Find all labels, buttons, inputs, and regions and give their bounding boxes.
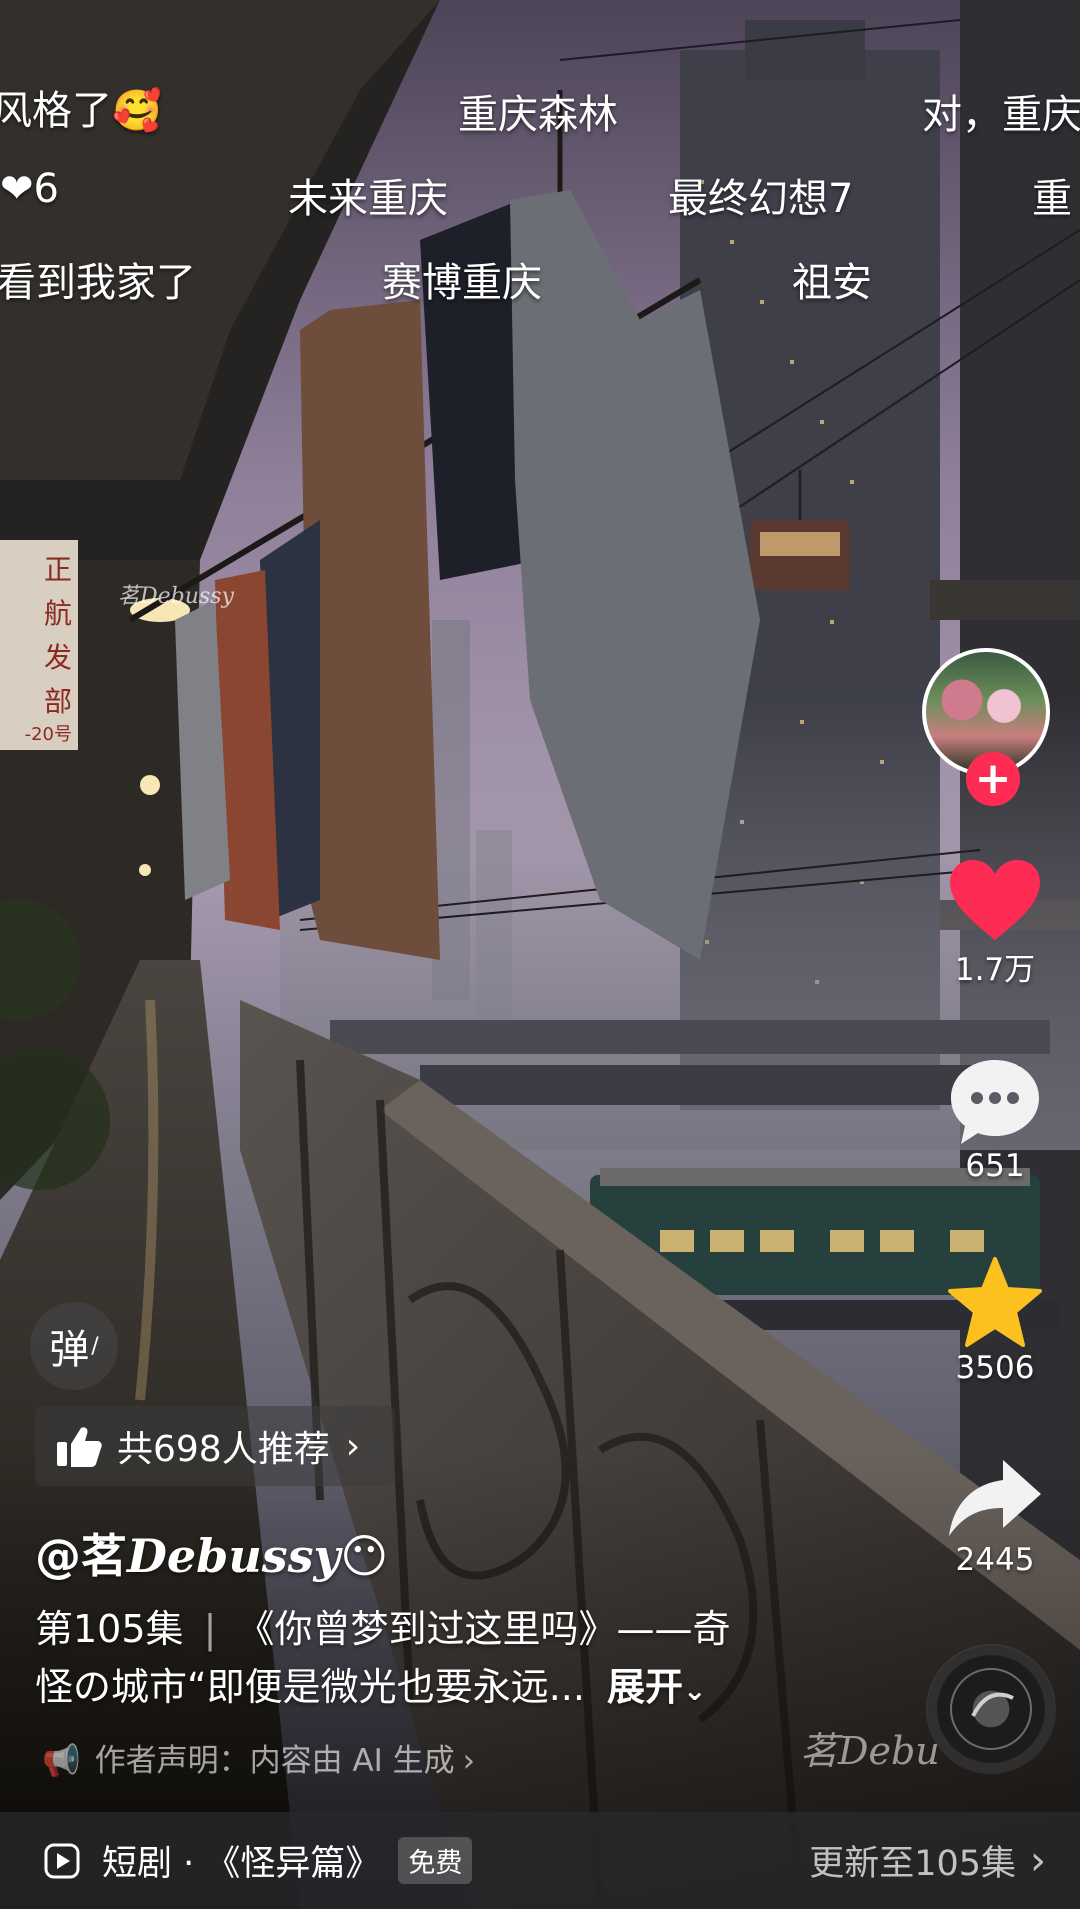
author-name[interactable]: @茗Debussy😶 bbox=[35, 1520, 388, 1586]
episode-label: 第105集 bbox=[35, 1607, 184, 1651]
ai-disclaimer[interactable]: 📢 作者声明：内容由 AI 生成 › bbox=[42, 1735, 475, 1780]
danmaku-item: 重庆森林 bbox=[458, 92, 618, 138]
expand-button[interactable]: 展开⌄ bbox=[607, 1665, 706, 1709]
danmaku-text: 6 bbox=[33, 166, 59, 212]
danmaku-item: 对，重庆 bbox=[922, 92, 1080, 138]
danmaku-item: 祖安 bbox=[792, 260, 872, 306]
series-update: 更新至105集 bbox=[809, 1844, 1016, 1884]
wall-sign: 正 航 发 部 -20号 bbox=[6, 548, 72, 746]
ai-disclaimer-text: 作者声明：内容由 AI 生成 bbox=[94, 1743, 455, 1779]
recommend-pill[interactable]: 共698人推荐 › bbox=[35, 1406, 395, 1486]
author-handle: @茗 bbox=[35, 1529, 127, 1583]
play-series-icon bbox=[44, 1843, 80, 1878]
danmaku-item: ❤6 bbox=[0, 166, 59, 212]
expand-label: 展开 bbox=[607, 1665, 684, 1709]
free-badge: 免费 bbox=[398, 1837, 473, 1884]
follow-button[interactable]: + bbox=[966, 752, 1020, 806]
wall-sign-line: 航 bbox=[43, 597, 72, 630]
share-arrow-icon bbox=[949, 1460, 1041, 1536]
recommend-label: 共698人推荐 bbox=[117, 1429, 330, 1470]
divider: | bbox=[203, 1607, 217, 1651]
description-line2: 怪の城市“即便是微光也要永远... bbox=[35, 1665, 585, 1709]
thumbs-up-icon bbox=[57, 1427, 102, 1467]
author-signature: Debussy bbox=[127, 1529, 341, 1583]
favorite-count: 3506 bbox=[955, 1350, 1035, 1386]
like-button[interactable]: 1.7万 bbox=[920, 858, 1070, 989]
author-avatar-group[interactable]: + bbox=[922, 648, 1062, 810]
megaphone-icon: 📢 bbox=[42, 1743, 81, 1779]
music-disc-icon bbox=[950, 1668, 1032, 1750]
chevron-right-icon: › bbox=[1030, 1837, 1046, 1884]
wall-sign-line: 发 bbox=[43, 641, 72, 674]
comment-button[interactable]: 651 bbox=[920, 1056, 1070, 1184]
watermark-prefix: 茗 bbox=[800, 1729, 839, 1773]
share-button[interactable]: 2445 bbox=[920, 1456, 1070, 1578]
plus-icon: + bbox=[974, 753, 1012, 804]
danmaku-item: 赛博重庆 bbox=[382, 260, 542, 306]
danmaku-item: 看到我家了 bbox=[0, 260, 196, 306]
wall-sign-number: -20号 bbox=[24, 724, 72, 745]
danmaku-item: 未来重庆 bbox=[288, 176, 448, 222]
favorite-button[interactable]: 3506 bbox=[920, 1256, 1070, 1386]
scene-watermark: 茗Debussy bbox=[118, 584, 234, 609]
heart-icon bbox=[950, 860, 1040, 940]
wall-sign-line: 正 bbox=[43, 553, 72, 586]
danmaku-item: 风格了🥰 bbox=[0, 88, 162, 134]
heart-icon: ❤ bbox=[0, 166, 34, 212]
video-watermark: 茗Debu bbox=[800, 1720, 940, 1775]
like-count: 1.7万 bbox=[954, 952, 1036, 988]
series-title: 短剧 · 《怪异篇》 bbox=[102, 1844, 381, 1884]
watermark-signature: Debu bbox=[838, 1729, 940, 1773]
comment-count: 651 bbox=[965, 1148, 1025, 1184]
danmaku-item: 重 bbox=[1032, 176, 1072, 222]
wall-sign-line: 部 bbox=[43, 685, 72, 718]
share-count: 2445 bbox=[955, 1542, 1035, 1578]
danmaku-toggle-button[interactable]: 弹 / bbox=[30, 1302, 118, 1390]
comment-icon bbox=[951, 1060, 1039, 1144]
pen-icon: / bbox=[91, 1333, 99, 1359]
star-icon bbox=[948, 1257, 1042, 1347]
description-line1: 《你曾梦到过这里吗》——奇 bbox=[236, 1607, 731, 1651]
music-disc[interactable] bbox=[928, 1646, 1054, 1772]
video-description[interactable]: 第105集 | 《你曾梦到过这里吗》——奇 怪の城市“即便是微光也要永远... … bbox=[35, 1600, 815, 1720]
chevron-right-icon: › bbox=[462, 1743, 476, 1779]
series-bar[interactable]: 短剧 · 《怪异篇》 免费 更新至105集 › bbox=[0, 1812, 1080, 1909]
chevron-right-icon: › bbox=[345, 1425, 361, 1467]
author-emoji: 😶 bbox=[340, 1529, 389, 1583]
danmaku-toggle-label: 弹 bbox=[49, 1327, 90, 1373]
danmaku-item: 最终幻想7 bbox=[668, 176, 854, 222]
chevron-down-icon: ⌄ bbox=[683, 1674, 707, 1707]
